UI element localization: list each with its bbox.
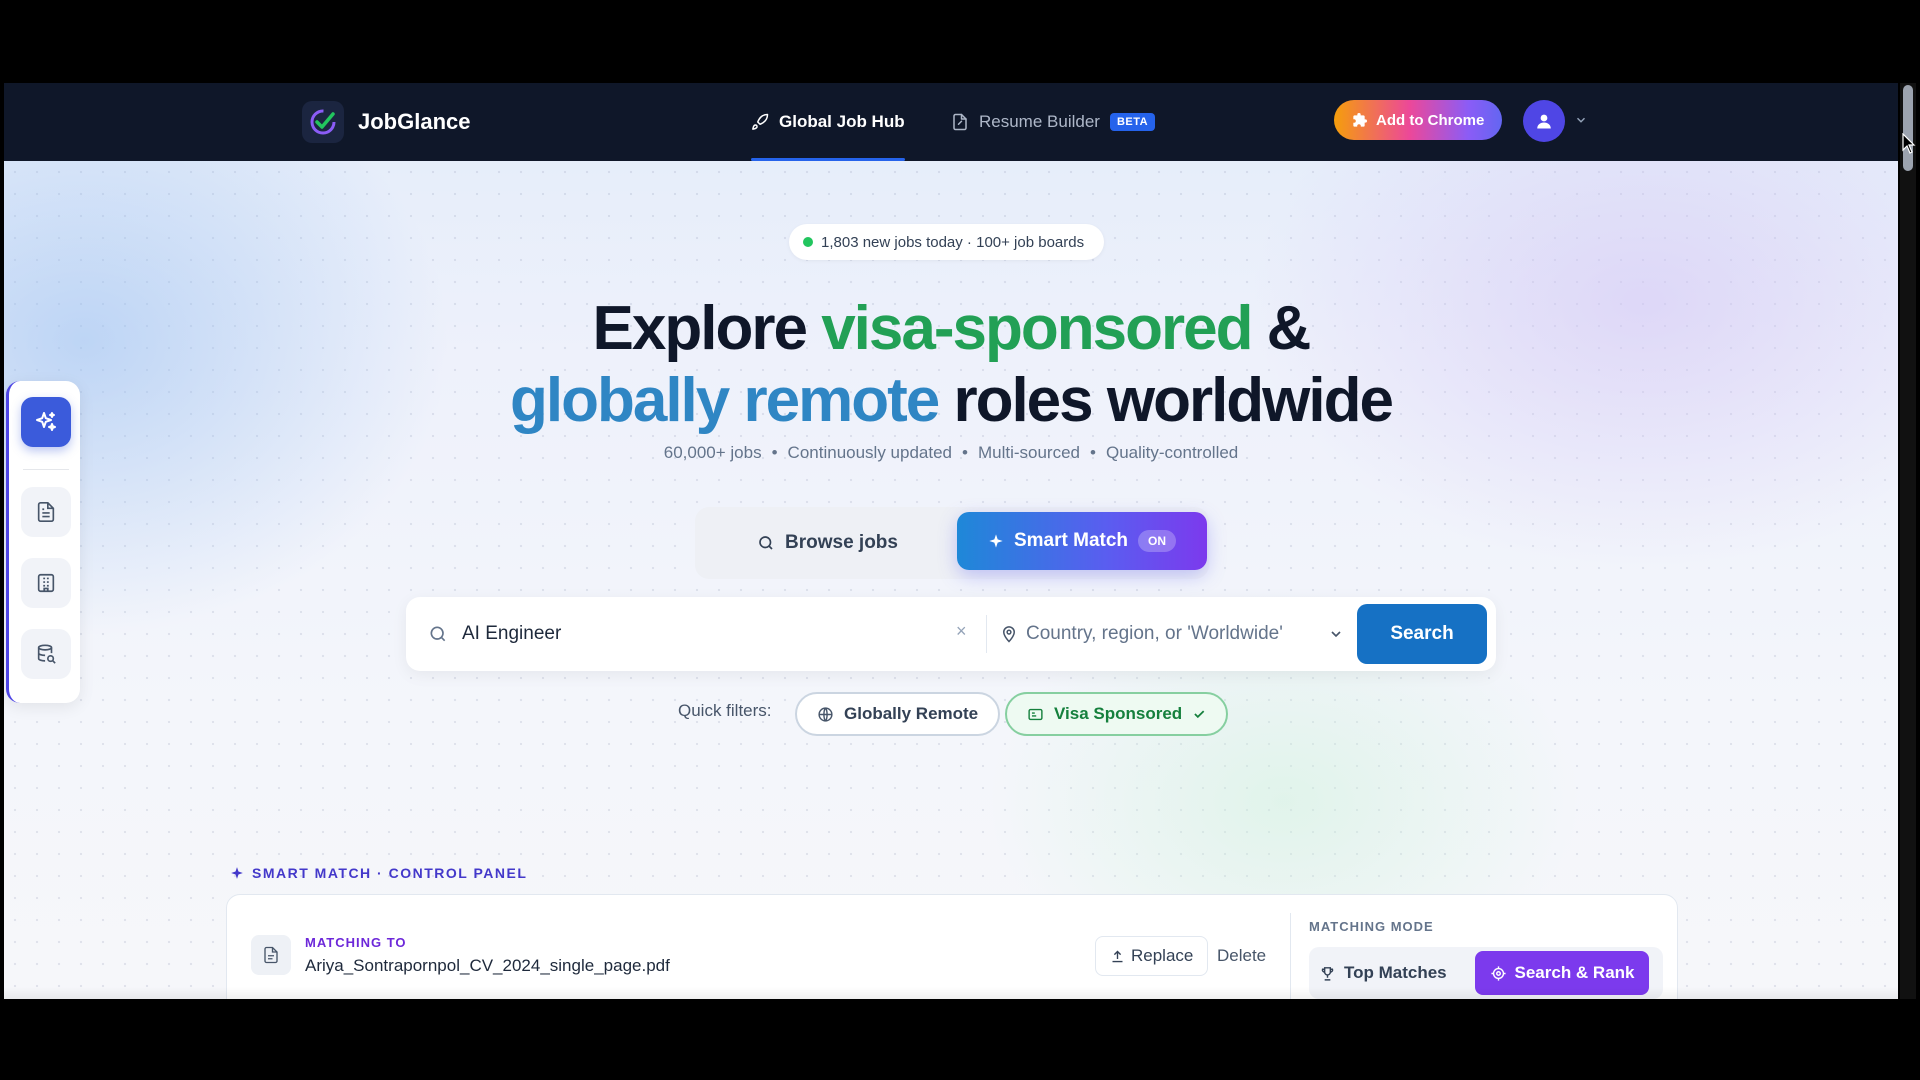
matching-mode-label: MATCHING MODE (1309, 919, 1434, 934)
matching-to-label: MATCHING TO (305, 935, 407, 950)
file-icon (251, 935, 291, 975)
brand-name: JobGlance (358, 109, 471, 134)
filter-label: Visa Sponsored (1054, 704, 1183, 723)
chevron-down-icon[interactable] (1328, 626, 1344, 642)
stat-updated: Continuously updated (787, 443, 953, 462)
bottom-fade (4, 987, 1898, 999)
target-icon (1490, 965, 1506, 981)
add-to-chrome-button[interactable]: Add to Chrome (1334, 100, 1503, 140)
mode-toggle: Browse jobs Smart Match ON (695, 507, 1209, 579)
map-pin-icon (1002, 626, 1016, 643)
add-to-chrome-label: Add to Chrome (1376, 111, 1485, 129)
delete-resume-button[interactable]: Delete (1217, 936, 1266, 976)
clear-query-button[interactable]: × (956, 621, 967, 642)
tab-label: Resume Builder (979, 112, 1100, 131)
live-status-dot (803, 237, 813, 247)
page-scrollbar[interactable] (1900, 83, 1916, 999)
check-icon (1194, 710, 1205, 719)
sparkle-icon (231, 867, 243, 879)
filter-visa-sponsored[interactable]: Visa Sponsored (1005, 692, 1229, 736)
brand-logo[interactable]: JobGlance (302, 101, 470, 143)
logo-check-icon (302, 101, 344, 143)
headline-highlight-remote: globally remote (510, 366, 940, 435)
document-icon (37, 502, 55, 522)
headline-line-2: globally remote roles worldwide (4, 365, 1898, 437)
upload-icon (1112, 950, 1123, 962)
filter-label: Globally Remote (844, 704, 979, 723)
browse-jobs-label: Browse jobs (785, 532, 898, 553)
quick-filters-label: Quick filters: (678, 701, 772, 720)
new-jobs-text: 1,803 new jobs today · 100+ job boards (821, 233, 1085, 251)
building-icon (37, 573, 55, 593)
hero-subline: 60,000+ jobs • Continuously updated • Multi-… (4, 443, 1898, 463)
top-navbar: JobGlance Global Job Hub Resume Builder … (4, 83, 1898, 161)
top-matches-label: Top Matches (1344, 963, 1447, 982)
search-and-rank-label: Search & Rank (1514, 963, 1635, 982)
sidebar-item-resume[interactable] (21, 487, 71, 537)
headline-text: & (1251, 294, 1312, 363)
search-button[interactable]: Search (1357, 604, 1487, 664)
sparkle-icon (989, 534, 1003, 548)
app-window: JobGlance Global Job Hub Resume Builder … (4, 83, 1898, 999)
headline-text: Explore (592, 294, 822, 363)
puzzle-icon (1353, 113, 1367, 127)
control-panel-title: SMART MATCH · CONTROL PANEL (252, 865, 528, 881)
edit-document-icon (953, 113, 967, 131)
job-search-bar: × Search (406, 597, 1496, 671)
resume-file-name: Ariya_Sontrapornpol_CV_2024_single_page.… (305, 956, 670, 975)
new-jobs-badge: 1,803 new jobs today · 100+ job boards (789, 224, 1105, 260)
sidebar-divider (23, 469, 69, 470)
separator: • (771, 443, 778, 462)
stat-jobs-count: 60,000+ jobs (663, 443, 762, 462)
headline-highlight-visa: visa-sponsored (821, 294, 1253, 363)
headline-line-1: Explore visa-sponsored & (4, 293, 1898, 365)
sidebar-item-database-search[interactable] (21, 629, 71, 679)
stat-sources: Multi-sourced (977, 443, 1081, 462)
search-icon (759, 536, 773, 550)
mouse-cursor-icon (1902, 133, 1916, 154)
database-search-icon (37, 644, 56, 664)
control-panel-card: MATCHING TO Ariya_Sontrapornpol_CV_2024_… (226, 894, 1678, 999)
scrollbar-thumb[interactable] (1903, 85, 1913, 171)
globe-icon (818, 706, 833, 722)
beta-badge: BETA (1109, 113, 1156, 131)
separator: • (962, 443, 968, 462)
rocket-icon (752, 113, 769, 130)
chevron-down-icon[interactable] (1574, 113, 1588, 127)
search-icon (430, 626, 446, 642)
replace-resume-button[interactable]: Replace (1095, 936, 1209, 976)
headline-text: roles worldwide (938, 366, 1394, 435)
tab-label: Global Job Hub (779, 112, 905, 131)
user-avatar[interactable] (1523, 100, 1565, 142)
replace-label: Replace (1131, 946, 1194, 965)
location-input[interactable] (1026, 615, 1326, 653)
smart-match-label: Smart Match (1013, 530, 1129, 551)
tab-global-job-hub[interactable]: Global Job Hub (751, 83, 905, 161)
stat-quality: Quality-controlled (1105, 443, 1239, 462)
control-panel-heading: SMART MATCH · CONTROL PANEL (230, 865, 527, 881)
user-icon (1537, 114, 1551, 129)
trophy-icon (1321, 966, 1334, 981)
browse-jobs-button[interactable]: Browse jobs (757, 507, 898, 579)
filter-globally-remote[interactable]: Globally Remote (795, 692, 1001, 736)
sidebar-item-companies[interactable] (21, 558, 71, 608)
smart-match-state-badge: ON (1138, 530, 1177, 552)
tab-resume-builder[interactable]: Resume Builder BETA (951, 83, 1156, 161)
search-divider (986, 615, 987, 653)
smart-match-button[interactable]: Smart Match ON (957, 512, 1207, 570)
separator: • (1090, 443, 1096, 462)
passport-card-icon (1028, 708, 1043, 720)
job-title-input[interactable] (462, 615, 942, 653)
